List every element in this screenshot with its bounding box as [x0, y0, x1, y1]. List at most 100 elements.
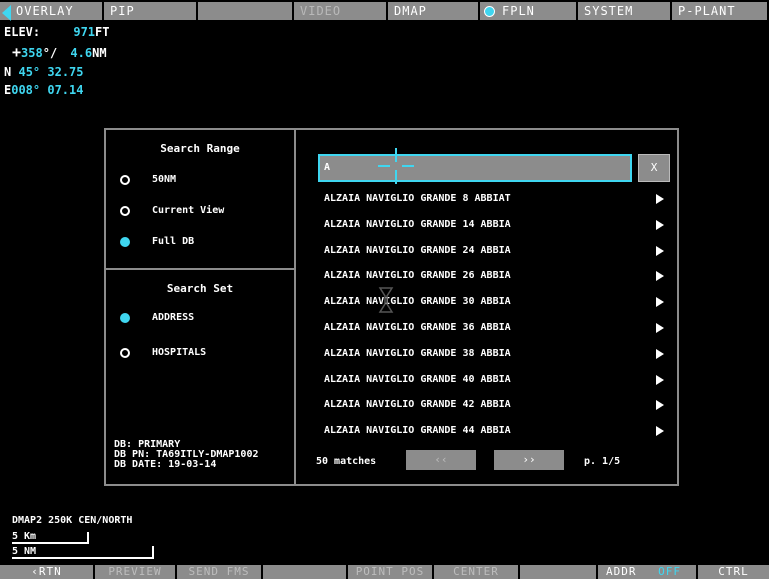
softkey-addr-state: OFF: [658, 565, 681, 578]
select-arrow-icon: [656, 220, 664, 230]
elev-unit: FT: [95, 25, 110, 39]
clear-search-label: X: [650, 161, 658, 174]
next-page-label: ››: [522, 453, 536, 466]
radio-option-label: Current View: [152, 205, 225, 216]
result-label: ALZAIA NAVIGLIO GRANDE 14 ABBIA: [324, 219, 511, 230]
radio-option-hospitals[interactable]: HOSPITALS: [106, 343, 294, 363]
softkey-send-fms[interactable]: SEND FMS: [177, 565, 263, 579]
radio-icon: [120, 175, 130, 185]
softkey-point-pos-label: POINT POS: [355, 565, 425, 578]
lon-value: 008° 07.14: [11, 83, 84, 97]
softkey-send-fms-label: SEND FMS: [188, 565, 250, 578]
elev-label: ELEV:: [4, 25, 41, 39]
radio-selected-icon: [120, 237, 130, 247]
softkey-center[interactable]: CENTER: [434, 565, 520, 579]
radio-option-label: 50NM: [152, 174, 177, 185]
tab-video-label: VIDEO: [300, 4, 342, 18]
clear-search-button[interactable]: X: [638, 154, 670, 182]
result-row[interactable]: ALZAIA NAVIGLIO GRANDE 30 ABBIA: [324, 291, 664, 313]
select-arrow-icon: [656, 426, 664, 436]
select-arrow-icon: [656, 297, 664, 307]
search-set-group: Search Set ADDRESS HOSPITALS DB: PRIMARY…: [106, 270, 294, 484]
tab-system[interactable]: SYSTEM: [578, 2, 672, 20]
radio-option-50nm[interactable]: 50NM: [106, 170, 294, 190]
result-label: ALZAIA NAVIGLIO GRANDE 38 ABBIA: [324, 348, 511, 359]
pointer-cursor-icon: [378, 287, 394, 313]
next-page-button[interactable]: ››: [494, 450, 564, 470]
softkey-preview-label: PREVIEW: [108, 565, 162, 578]
tab-overlay-label: OVERLAY: [16, 4, 74, 18]
result-row[interactable]: ALZAIA NAVIGLIO GRANDE 42 ABBIA: [324, 394, 664, 416]
search-set-title: Search Set: [166, 282, 234, 295]
softkey-addr-toggle[interactable]: ADDR OFF: [598, 565, 698, 579]
result-label: ALZAIA NAVIGLIO GRANDE 36 ABBIA: [324, 322, 511, 333]
result-row[interactable]: ALZAIA NAVIGLIO GRANDE 38 ABBIA: [324, 343, 664, 365]
previous-page-button[interactable]: ‹‹: [406, 450, 476, 470]
search-range-title: Search Range: [160, 142, 240, 155]
result-label: ALZAIA NAVIGLIO GRANDE 8 ABBIAT: [324, 193, 511, 204]
longitude-readout: E008° 07.14: [4, 82, 83, 98]
lat-value: 45° 32.75: [18, 65, 84, 79]
softkey-center-label: CENTER: [453, 565, 499, 578]
map-info: DMAP2 250K CEN/NORTH: [12, 515, 133, 526]
elev-value: 971: [73, 25, 96, 39]
tab-pip-label: PIP: [110, 4, 135, 18]
tab-system-label: SYSTEM: [584, 4, 634, 18]
result-label: ALZAIA NAVIGLIO GRANDE 40 ABBIA: [324, 374, 511, 385]
distance-unit: NM: [92, 46, 107, 60]
radio-option-full-db[interactable]: Full DB: [106, 232, 294, 252]
softkey-empty[interactable]: [263, 565, 348, 579]
top-menu-bar: OVERLAY PIP VIDEO DMAP FPLN SYSTEM P-PLA…: [0, 0, 769, 22]
result-row[interactable]: ALZAIA NAVIGLIO GRANDE 8 ABBIAT: [324, 188, 664, 210]
result-row[interactable]: ALZAIA NAVIGLIO GRANDE 44 ABBIA: [324, 420, 664, 442]
back-arrow-icon: [2, 5, 11, 21]
select-arrow-icon: [656, 246, 664, 256]
bearing-distance-readout: +358°/ 4.6NM: [12, 44, 107, 61]
softkey-preview[interactable]: PREVIEW: [95, 565, 177, 579]
search-options-column: Search Range 50NM Current View Full DB S…: [106, 130, 296, 484]
result-row[interactable]: ALZAIA NAVIGLIO GRANDE 26 ABBIA: [324, 265, 664, 287]
scale-km-label: 5 Km: [12, 531, 37, 542]
search-input[interactable]: A: [318, 148, 632, 184]
tab-empty[interactable]: [198, 2, 294, 20]
tab-dmap-label: DMAP: [394, 4, 427, 18]
tab-fpln-label: FPLN: [502, 4, 535, 18]
softkey-ctrl[interactable]: CTRL: [698, 565, 769, 579]
result-row[interactable]: ALZAIA NAVIGLIO GRANDE 14 ABBIA: [324, 214, 664, 236]
bearing-value: 358: [21, 46, 43, 60]
scale-nm-tick: [152, 546, 154, 559]
select-arrow-icon: [656, 375, 664, 385]
result-label: ALZAIA NAVIGLIO GRANDE 30 ABBIA: [324, 296, 511, 307]
softkey-return-label: ‹RTN: [31, 565, 62, 578]
tab-pip[interactable]: PIP: [104, 2, 198, 20]
scale-nm-bar: [12, 557, 154, 559]
radio-option-label: ADDRESS: [152, 312, 195, 323]
latitude-readout: N 45° 32.75: [4, 64, 84, 80]
tab-video[interactable]: VIDEO: [294, 2, 388, 20]
softkey-return[interactable]: ‹RTN: [0, 565, 95, 579]
scale-nm-label: 5 NM: [12, 546, 37, 557]
crosshair-cursor-icon: [378, 148, 414, 184]
tab-overlay[interactable]: OVERLAY: [0, 2, 104, 21]
result-row[interactable]: ALZAIA NAVIGLIO GRANDE 40 ABBIA: [324, 369, 664, 391]
result-label: ALZAIA NAVIGLIO GRANDE 24 ABBIA: [324, 245, 511, 256]
bearing-cross-icon: +: [12, 43, 22, 61]
tab-dmap[interactable]: DMAP: [388, 2, 480, 20]
radio-option-label: Full DB: [152, 236, 195, 247]
result-row[interactable]: ALZAIA NAVIGLIO GRANDE 24 ABBIA: [324, 240, 664, 262]
radio-selected-icon: [120, 313, 130, 323]
database-info: DB: PRIMARY DB PN: TA69ITLY-DMAP1002 DB …: [114, 440, 259, 470]
tab-fpln[interactable]: FPLN: [480, 2, 578, 20]
distance-value: 4.6: [70, 46, 93, 60]
select-arrow-icon: [656, 323, 664, 333]
radio-option-address[interactable]: ADDRESS: [106, 308, 294, 328]
select-arrow-icon: [656, 400, 664, 410]
radio-option-current-view[interactable]: Current View: [106, 201, 294, 221]
search-input-value: A: [324, 162, 331, 173]
result-row[interactable]: ALZAIA NAVIGLIO GRANDE 36 ABBIA: [324, 317, 664, 339]
radio-option-label: HOSPITALS: [152, 347, 207, 358]
softkey-empty-2[interactable]: [520, 565, 598, 579]
softkey-point-pos[interactable]: POINT POS: [348, 565, 434, 579]
softkey-addr-label: ADDR: [606, 565, 637, 578]
tab-p-plant[interactable]: P-PLANT: [672, 2, 769, 20]
